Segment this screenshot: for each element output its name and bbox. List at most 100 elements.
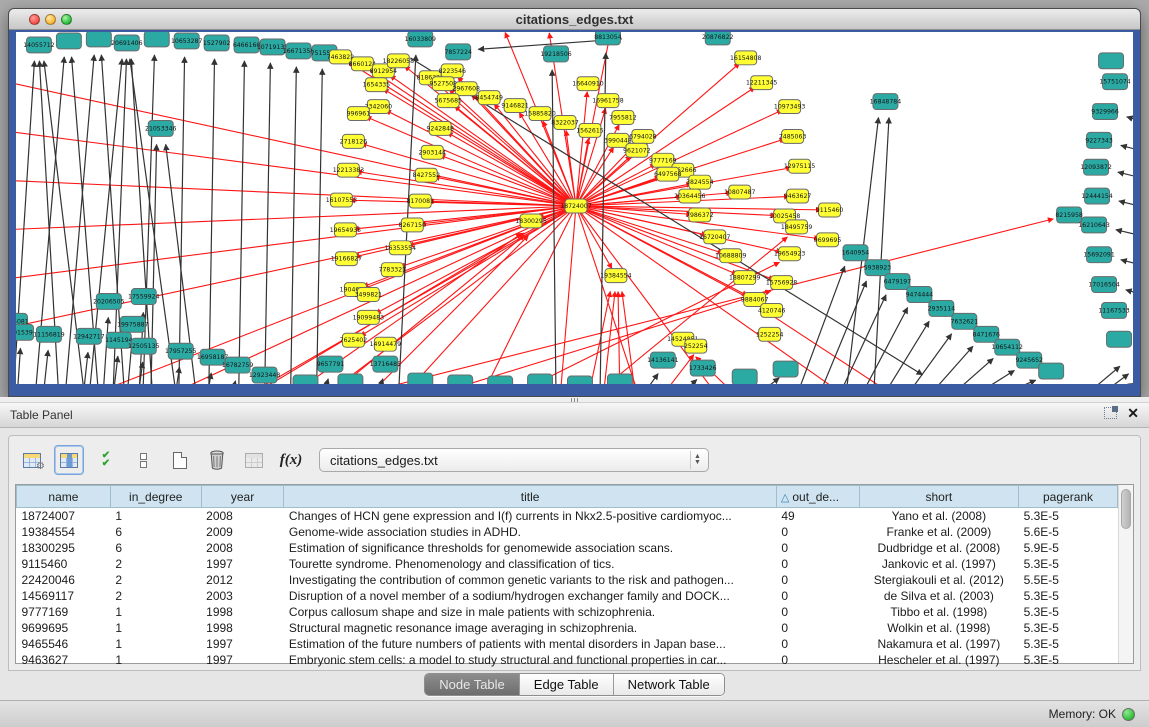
table-cell[interactable]: 6 [110,524,201,540]
table-cell[interactable]: 2012 [201,572,284,588]
table-cell[interactable]: Jankovic et al. (1997) [859,556,1018,572]
column-header-year[interactable]: year [201,486,284,508]
table-cell[interactable]: 2003 [201,588,284,604]
table-cell[interactable]: 1997 [201,652,284,668]
tab-network-table[interactable]: Network Table [614,674,724,695]
graph-node[interactable]: 6497568 [654,167,682,181]
graph-node[interactable]: 16671358 [283,43,314,59]
column-header-pagerank[interactable]: pagerank [1019,486,1118,508]
graph-node[interactable]: 2935114 [928,300,956,316]
graph-node[interactable]: 996961 [347,107,371,121]
graph-node[interactable]: 16640910 [572,77,603,91]
column-header-short[interactable]: short [859,486,1018,508]
float-panel-icon[interactable] [1104,407,1117,419]
graph-node[interactable]: 9699695 [814,233,842,247]
table-cell[interactable]: 5.9E-5 [1019,540,1118,556]
graph-node[interactable] [488,376,513,384]
memory-ok-icon[interactable] [1122,708,1135,721]
graph-node[interactable]: 16210643 [1078,217,1109,233]
graph-node[interactable] [1039,363,1064,379]
table-cell[interactable]: Nakamura et al. (1997) [859,636,1018,652]
graph-node[interactable]: 5938923 [864,260,892,276]
graph-node[interactable] [1099,53,1124,69]
show-all-columns-button[interactable]: ✔✔ [91,445,121,475]
graph-node[interactable]: 20876822 [702,32,733,45]
table-cell[interactable]: 19384554 [17,524,111,540]
graph-node[interactable]: 20691406 [111,35,142,51]
graph-edge[interactable] [676,379,697,384]
graph-node[interactable]: 14914479 [370,337,401,351]
table-cell[interactable]: de Silva et al. (2003) [859,588,1018,604]
graph-node[interactable]: 391539 [16,324,33,340]
graph-edge[interactable] [904,334,951,384]
graph-node[interactable]: 20364456 [674,189,705,203]
graph-node[interactable] [56,33,81,49]
graph-edge[interactable] [376,379,383,384]
graph-node[interactable]: 10688809 [715,249,746,263]
new-column-button[interactable] [165,445,195,475]
table-cell[interactable]: 0 [776,524,859,540]
graph-node[interactable] [448,375,473,384]
graph-node[interactable]: 3499821 [355,288,383,302]
graph-node[interactable]: 3824554 [686,175,714,189]
graph-node[interactable]: 15692091 [1083,247,1114,263]
graph-edge[interactable] [17,348,20,384]
table-cell[interactable]: 1998 [201,620,284,636]
window-titlebar[interactable]: citations_edges.txt [9,9,1140,30]
close-panel-icon[interactable]: ✕ [1127,407,1139,419]
table-cell[interactable]: 1 [110,636,201,652]
table-row[interactable]: 911546021997Tourette syndrome. Phenomeno… [17,556,1118,572]
network-canvas[interactable]: 1405571220691406106532871527902646616010… [16,32,1133,384]
graph-node[interactable]: 18226058 [383,54,414,68]
table-cell[interactable]: Tourette syndrome. Phenomenology and cla… [284,556,776,572]
graph-edge[interactable] [406,206,576,384]
graph-node[interactable]: 17957255 [165,343,196,359]
graph-edge[interactable] [43,350,48,384]
graph-node[interactable]: 8322037 [551,116,579,130]
graph-edge[interactable] [420,291,771,384]
graph-edge[interactable] [1121,145,1133,155]
tab-edge-table[interactable]: Edge Table [520,674,614,695]
scrollbar-thumb[interactable] [1121,489,1131,529]
graph-node[interactable]: 6794028 [629,129,657,143]
table-cell[interactable]: 5.6E-5 [1019,524,1118,540]
graph-node[interactable]: 12505135 [128,338,159,354]
graph-node[interactable]: 16782759 [222,357,253,373]
table-cell[interactable]: 2009 [201,524,284,540]
graph-edge[interactable] [588,291,610,384]
table-cell[interactable]: 2008 [201,508,284,524]
table-cell[interactable]: 1998 [201,604,284,620]
graph-node[interactable] [408,373,433,384]
table-cell[interactable]: 0 [776,572,859,588]
table-cell[interactable]: 2008 [201,540,284,556]
table-cell[interactable]: 0 [776,540,859,556]
graph-node[interactable]: 1527902 [203,35,231,51]
graph-node[interactable]: 4120746 [758,303,786,317]
table-cell[interactable]: 1 [110,620,201,636]
table-cell[interactable]: 5.3E-5 [1019,556,1118,572]
table-cell[interactable]: 6 [110,540,201,556]
graph-edge[interactable] [576,206,774,280]
table-cell[interactable]: 5.3E-5 [1019,652,1118,668]
graph-node[interactable]: 7955812 [609,111,637,125]
graph-edge[interactable] [859,308,907,384]
table-cell[interactable]: 18724007 [17,508,111,524]
graph-node[interactable] [293,375,318,384]
graph-node[interactable]: 7625402 [340,333,368,347]
graph-node[interactable]: 17559924 [128,289,159,305]
graph-edge[interactable] [103,317,108,384]
graph-node[interactable]: 7783321 [379,263,407,277]
graph-node[interactable]: 15751074 [1099,74,1130,90]
graph-node[interactable]: 19654923 [774,247,805,261]
graph-node[interactable] [607,374,632,384]
graph-edge[interactable] [16,206,576,279]
graph-node[interactable]: 10653287 [171,33,202,49]
graph-node[interactable]: 13716485 [370,356,401,372]
table-row[interactable]: 1938455462009Genome-wide association stu… [17,524,1118,540]
graph-node[interactable]: 19975887 [117,316,148,332]
table-cell[interactable]: 5.3E-5 [1019,588,1118,604]
graph-node[interactable]: 8813054 [594,32,622,45]
graph-edge[interactable] [1126,290,1133,300]
table-cell[interactable]: Disruption of a novel member of a sodium… [284,588,776,604]
table-row[interactable]: 1830029562008Estimation of significance … [17,540,1118,556]
